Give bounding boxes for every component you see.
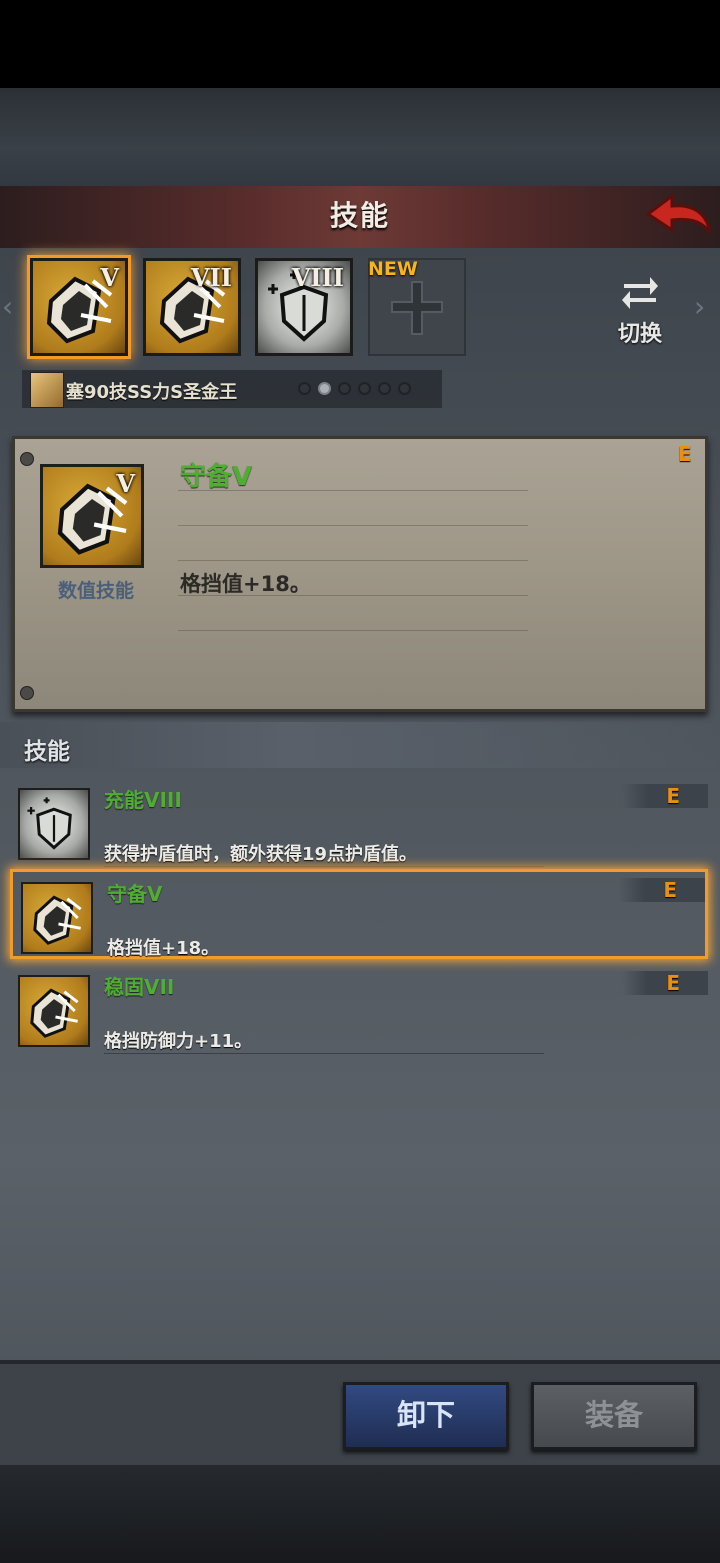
page-dot-active[interactable] [318,382,331,395]
skill-grade: E [663,878,677,902]
skill-list-item-selected[interactable]: 守备V 格挡值+18。 E [10,869,708,959]
chevron-right-icon[interactable]: › [694,290,705,323]
grade-tab [622,971,708,995]
section-title: 技能 [24,739,70,765]
new-badge: NEW [368,258,418,280]
page-dot[interactable] [298,382,311,395]
page-dot[interactable] [358,382,371,395]
section-header [0,722,720,768]
page-title: 技能 [329,199,390,232]
skill-description: 格挡防御力+11。 [104,1031,253,1052]
skill-slot-1[interactable]: V [30,258,128,356]
detail-grade: E [678,442,692,466]
rivet-icon [20,686,34,700]
slot-tier: V [100,263,119,292]
grade-tab [619,878,705,902]
rivet-icon [20,452,34,466]
avatar[interactable] [30,372,64,408]
switch-button[interactable]: 切换 [610,272,670,352]
skill-grade: E [666,971,680,995]
grade-tab [622,784,708,808]
slot-tier: VIII [291,263,344,292]
page-dot[interactable] [378,382,391,395]
divider [104,866,544,867]
slot-tier: VII [190,263,232,292]
switch-label: 切换 [617,322,662,347]
skill-description: 获得护盾值时，额外获得19点护盾值。 [104,844,418,865]
skill-name: 守备V [107,882,163,906]
back-arrow-icon[interactable] [642,190,714,240]
page-indicator [298,380,418,398]
bottom-backdrop [0,1465,720,1563]
upper-backdrop [0,88,720,188]
skill-name: 充能VIII [104,788,182,812]
skill-list-item[interactable]: 充能VIII 获得护盾值时，额外获得19点护盾值。 E [10,778,708,868]
skill-description: 格挡值+18。 [107,938,220,959]
detail-skill-name: 守备V [180,462,253,492]
shield-charge-icon [18,788,90,860]
skill-list-item[interactable]: 稳固VII 格挡防御力+11。 E [10,965,708,1055]
equip-button[interactable]: 装备 [531,1382,697,1450]
divider [104,1053,544,1054]
header-bar: 技能 [0,186,720,250]
skill-type-label: 数值技能 [57,580,134,602]
detail-tier: V [116,469,135,498]
shield-break-icon [18,975,90,1047]
detail-skill-description: 格挡值+18。 [180,572,311,596]
hero-name: 塞90技SS力S圣金王 [66,382,238,403]
page-dot[interactable] [398,382,411,395]
chevron-left-icon[interactable]: ‹ [2,290,13,323]
skill-grade: E [666,784,680,808]
skill-name: 稳固VII [104,975,175,999]
swap-arrows-icon [622,277,658,309]
skill-slot-2[interactable]: VII [143,258,241,356]
skill-slot-3[interactable]: VIII [255,258,353,356]
unequip-button[interactable]: 卸下 [343,1382,509,1450]
page-dot[interactable] [338,382,351,395]
detail-skill-icon: V [40,464,144,568]
status-bar [0,0,720,88]
shield-break-icon [21,882,93,954]
